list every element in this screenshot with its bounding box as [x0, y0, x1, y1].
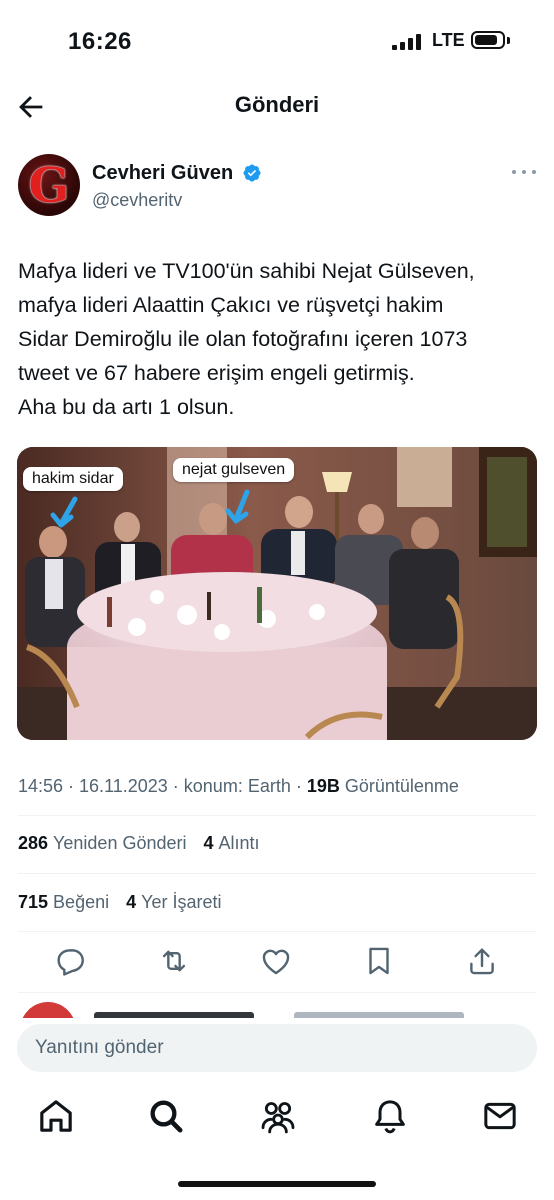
- image-label-left: hakim sidar: [23, 467, 123, 491]
- author-handle[interactable]: @cevheritv: [92, 190, 182, 211]
- timestamp[interactable]: 14:56 · 16.11.2023 · konum: Earth ·: [18, 776, 307, 796]
- quotes-label: Alıntı: [218, 833, 260, 853]
- views-count: 19B: [306, 776, 340, 796]
- likes-link[interactable]: 715 Beğeni: [18, 892, 109, 912]
- tweet-text-line: tweet ve 67 habere erişim engeli getirmi…: [18, 361, 415, 385]
- tweet-text-line: Sidar Demiroğlu ile olan fotoğrafını içe…: [18, 327, 468, 351]
- battery-tip: [507, 37, 510, 44]
- tweet-photo[interactable]: hakim sidar nejat gulseven: [17, 447, 537, 740]
- tab-notifications[interactable]: [370, 1096, 410, 1136]
- tweet-text-line: mafya lideri Alaattin Çakıcı ve rüşvetçi…: [18, 293, 444, 317]
- quotes-link[interactable]: 4 Alıntı: [204, 833, 260, 853]
- bookmarks-label: Yer İşareti: [141, 892, 222, 912]
- author-name[interactable]: Cevheri Güven: [92, 162, 233, 185]
- share-icon: [470, 948, 494, 975]
- search-icon: [150, 1100, 183, 1133]
- repost-stats: 286 Yeniden Gönderi 4 Alıntı: [18, 833, 272, 854]
- tab-search[interactable]: [146, 1096, 186, 1136]
- network-label: LTE: [432, 30, 465, 50]
- communities-icon: [261, 1102, 295, 1134]
- status-bar: 16:26 LTE: [0, 0, 554, 84]
- status-time: 16:26: [68, 28, 132, 55]
- quotes-count: 4: [203, 833, 214, 853]
- bookmarks-link[interactable]: 4 Yer İşareti: [126, 892, 221, 912]
- messages-icon: [484, 1102, 516, 1130]
- home-indicator: [178, 1181, 376, 1187]
- next-reply-peek: [18, 1000, 538, 1018]
- tab-home[interactable]: [36, 1096, 76, 1136]
- tweet-author: G Cevheri Güven @cevheritv: [18, 154, 538, 220]
- tweet-text-line: Mafya lideri ve TV100'ün sahibi Nejat Gü…: [18, 259, 475, 283]
- reply-avatar-peek: [22, 1002, 464, 1018]
- reposts-count: 286: [18, 833, 49, 853]
- reposts-link[interactable]: 286 Yeniden Gönderi: [18, 833, 187, 853]
- page-title: Gönderi: [234, 92, 320, 117]
- tweet-text-line: Aha bu da artı 1 olsun.: [18, 395, 235, 419]
- tab-messages[interactable]: [480, 1096, 520, 1136]
- home-icon: [40, 1100, 72, 1132]
- bookmark-icon: [369, 947, 389, 975]
- repost-button[interactable]: [157, 944, 191, 978]
- repost-icon: [162, 950, 186, 972]
- avatar[interactable]: G: [18, 154, 80, 216]
- tweet-actions: [0, 944, 554, 980]
- divider: [18, 873, 536, 874]
- reply-button[interactable]: [53, 944, 87, 978]
- share-button[interactable]: [465, 944, 499, 978]
- more-options-button[interactable]: [510, 164, 538, 180]
- divider: [18, 931, 536, 932]
- likes-count: 715: [18, 892, 49, 912]
- bookmark-button[interactable]: [362, 944, 396, 978]
- signal-icon: [392, 34, 422, 50]
- like-button[interactable]: [259, 944, 293, 978]
- reposts-label: Yeniden Gönderi: [53, 833, 187, 853]
- avatar-logo: G: [28, 158, 70, 214]
- top-bar: Gönderi: [0, 84, 554, 130]
- reply-icon: [57, 949, 84, 976]
- bottom-nav: [0, 1096, 554, 1140]
- like-icon: [262, 949, 290, 975]
- notifications-icon: [375, 1100, 405, 1134]
- divider: [18, 992, 536, 993]
- tweet-meta: 14:56 · 16.11.2023 · konum: Earth · 19B …: [18, 776, 459, 797]
- tab-communities[interactable]: [258, 1096, 298, 1136]
- verified-badge-icon: [243, 164, 261, 182]
- views-label: Görüntülenme: [339, 776, 459, 796]
- like-stats: 715 Beğeni 4 Yer İşareti: [18, 892, 234, 913]
- divider: [18, 815, 536, 816]
- image-label-right: nejat gulseven: [173, 458, 295, 482]
- bookmarks-count: 4: [126, 892, 137, 912]
- battery-icon: [471, 31, 505, 49]
- likes-label: Beğeni: [53, 892, 110, 912]
- tweet-text: Mafya lideri ve TV100'ün sahibi Nejat Gü…: [18, 254, 543, 424]
- reply-input[interactable]: [17, 1024, 537, 1072]
